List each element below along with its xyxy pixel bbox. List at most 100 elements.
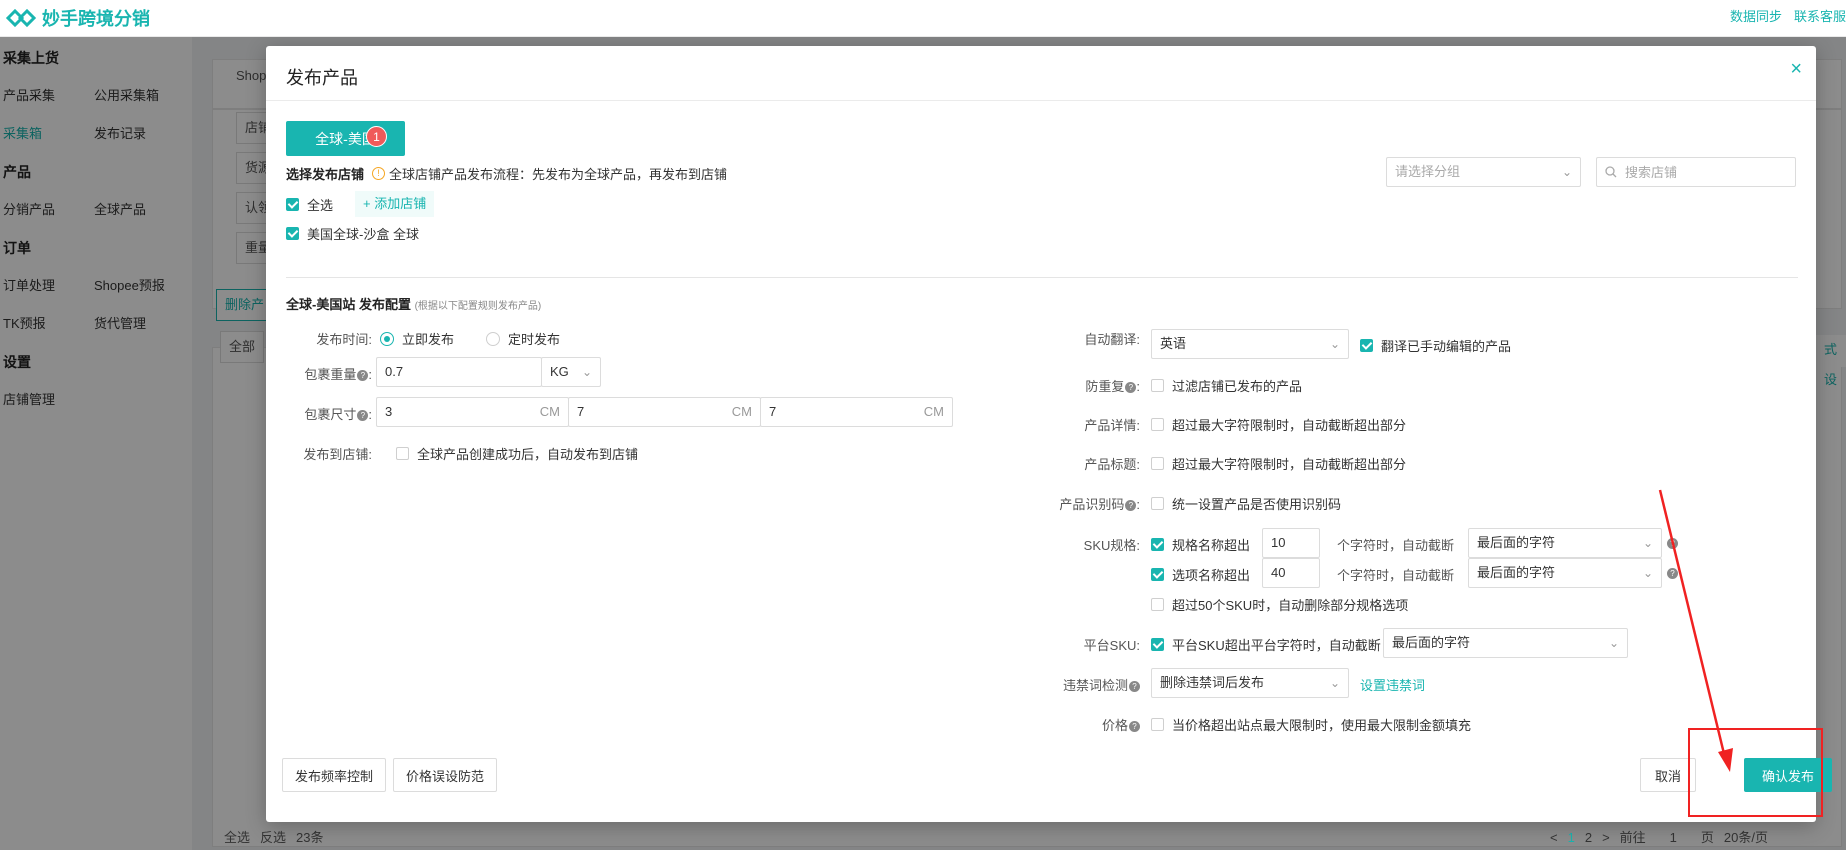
platform-sku-text: 平台SKU超出平台字符时，自动截断 — [1172, 638, 1381, 653]
detail-row: 超过最大字符限制时，自动截断超出部分 — [1151, 415, 1406, 434]
bg-count: 23条 — [296, 830, 324, 845]
sku-opt-mid-text: 个字符时，自动截断 — [1337, 568, 1455, 583]
help-icon: ? — [357, 410, 369, 422]
publish-to-shop-label: 发布到店铺: — [303, 447, 372, 462]
select-all-checkbox[interactable] — [286, 197, 299, 211]
idcode-label: 产品识别码?: — [1059, 497, 1140, 512]
help-icon: ? — [1125, 500, 1137, 512]
platform-sku-select[interactable]: 最后面的字符 ⌄ — [1383, 628, 1628, 658]
help-icon: ? — [1129, 721, 1140, 733]
sku-name-row: 规格名称超出 — [1151, 535, 1250, 554]
sku-opt-truncate-select[interactable]: 最后面的字符 ⌄ — [1468, 558, 1662, 588]
size-height-input[interactable]: 7 CM — [760, 397, 953, 427]
data-sync-link[interactable]: 数据同步 — [1730, 6, 1782, 25]
title-checkbox[interactable] — [1151, 457, 1164, 470]
app-logo[interactable]: 妙手跨境分销 — [6, 4, 150, 32]
pager-next-icon: > — [1602, 830, 1610, 845]
shop-search[interactable] — [1596, 157, 1796, 187]
top-bar: 妙手跨境分销 数据同步 联系客服 — [0, 0, 1846, 37]
size-label: 包裹尺寸?: — [304, 407, 372, 422]
bg-select-all: 全选 — [224, 830, 251, 845]
sku-over50-text: 超过50个SKU时，自动删除部分规格选项 — [1172, 598, 1409, 613]
pager-page-1: 1 — [1567, 830, 1575, 845]
shop-search-input[interactable] — [1625, 164, 1785, 180]
publish-to-shop-row: 全球产品创建成功后，自动发布到店铺 — [396, 444, 638, 463]
banned-select[interactable]: 删除违禁词后发布 ⌄ — [1151, 668, 1349, 698]
app-name: 妙手跨境分销 — [42, 9, 150, 29]
chevron-down-icon: ⌄ — [1561, 165, 1572, 179]
select-all-label: 全选 — [307, 197, 334, 213]
shop-item-row: 美国全球-沙盒 全球 — [286, 224, 419, 243]
chevron-down-icon: ⌄ — [1329, 676, 1340, 690]
contact-link[interactable]: 联系客服 — [1794, 6, 1846, 25]
price-guard-button[interactable]: 价格误设防范 — [393, 758, 498, 792]
sku-opt-checkbox[interactable] — [1151, 568, 1164, 581]
size-width-input[interactable]: 7 CM — [568, 397, 761, 427]
publish-now-label: 立即发布 — [402, 332, 455, 347]
top-links: 数据同步 联系客服 — [1730, 6, 1846, 25]
flow-info-text: 全球店铺产品发布流程：先发布为全球产品，再发布到店铺 — [389, 167, 728, 182]
pager-prev-icon: < — [1550, 830, 1558, 845]
chevron-down-icon: ⌄ — [581, 365, 592, 379]
idcode-row: 统一设置产品是否使用识别码 — [1151, 494, 1341, 513]
weight-input[interactable]: 0.7 — [376, 357, 542, 387]
group-select-placeholder: 请选择分组 — [1395, 164, 1461, 179]
auto-translate-label: 自动翻译: — [1084, 332, 1140, 347]
region-tab-badge: 1 — [366, 126, 387, 147]
price-checkbox[interactable] — [1151, 718, 1164, 731]
select-all-row: 全选 + 添加店铺 — [286, 191, 435, 217]
price-label: 价格? — [1026, 715, 1140, 734]
weight-unit-select[interactable]: KG ⌄ — [541, 357, 601, 387]
translate-edited-checkbox[interactable] — [1360, 339, 1373, 352]
sku-name-text: 规格名称超出 — [1172, 538, 1251, 553]
add-shop-button[interactable]: + 添加店铺 — [355, 191, 435, 217]
region-tab-global-us[interactable]: 全球-美国 — [286, 121, 405, 156]
sku-name-checkbox[interactable] — [1151, 538, 1164, 551]
select-shop-row: 选择发布店铺 ! 全球店铺产品发布流程：先发布为全球产品，再发布到店铺 — [286, 164, 727, 183]
pager-page-2: 2 — [1584, 830, 1593, 845]
annotation-arrow — [1658, 489, 1733, 772]
size-length-input[interactable]: 3 CM — [376, 397, 569, 427]
idcode-checkbox[interactable] — [1151, 497, 1164, 510]
title-text: 超过最大字符限制时，自动截断超出部分 — [1172, 457, 1407, 472]
banned-settings-link[interactable]: 设置违禁词 — [1360, 675, 1425, 694]
publish-to-shop-text: 全球产品创建成功后，自动发布到店铺 — [417, 447, 639, 462]
pager-page-input: 1 — [1669, 830, 1677, 845]
logo-icon — [6, 8, 36, 28]
auto-translate-select[interactable]: 英语 ⌄ — [1151, 329, 1349, 359]
publish-time-label: 发布时间: — [316, 332, 372, 347]
publish-frequency-button[interactable]: 发布频率控制 — [282, 758, 387, 792]
sku-name-length-input[interactable]: 10 — [1262, 528, 1320, 558]
bg-bottom-bar: 全选 反选 23条 — [224, 826, 324, 850]
shop-item-checkbox[interactable] — [286, 227, 299, 240]
detail-checkbox[interactable] — [1151, 418, 1164, 431]
platform-sku-checkbox[interactable] — [1151, 638, 1164, 651]
sku-over50-checkbox[interactable] — [1151, 598, 1164, 611]
sku-name-truncate-select[interactable]: 最后面的字符 ⌄ — [1468, 528, 1662, 558]
detail-label: 产品详情: — [1084, 418, 1140, 433]
search-icon — [1605, 166, 1617, 178]
price-row: 当价格超出站点最大限制时，使用最大限制金额填充 — [1151, 715, 1471, 734]
publish-to-shop-checkbox[interactable] — [396, 447, 409, 460]
chevron-down-icon: ⌄ — [1608, 636, 1619, 650]
anti-dup-checkbox[interactable] — [1151, 379, 1164, 392]
shop-item-label: 美国全球-沙盒 全球 — [307, 227, 419, 242]
group-select[interactable]: 请选择分组 ⌄ — [1386, 157, 1581, 187]
publish-now-radio[interactable] — [380, 331, 394, 346]
chevron-down-icon: ⌄ — [1329, 337, 1340, 351]
help-icon: ? — [357, 370, 369, 382]
translate-edited-row: 翻译已手动编辑的产品 — [1360, 336, 1511, 355]
sku-opt-row: 选项名称超出 — [1151, 565, 1250, 584]
sku-over50-row: 超过50个SKU时，自动删除部分规格选项 — [1151, 595, 1408, 614]
banned-label: 违禁词检测? — [1026, 675, 1140, 694]
help-icon: ? — [1125, 382, 1137, 394]
publish-scheduled-label: 定时发布 — [508, 332, 561, 347]
anti-dup-row: 过滤店铺已发布的产品 — [1151, 376, 1302, 395]
translate-edited-text: 翻译已手动编辑的产品 — [1381, 339, 1512, 354]
publish-scheduled-radio[interactable] — [486, 331, 501, 346]
config-title: 全球-美国站 发布配置 (根据以下配置规则发布产品) — [286, 297, 542, 312]
sku-name-mid-text: 个字符时，自动截断 — [1337, 538, 1455, 553]
close-icon[interactable]: × — [1790, 58, 1802, 81]
sku-opt-length-input[interactable]: 40 — [1262, 558, 1320, 588]
sku-label: SKU规格: — [1083, 538, 1140, 553]
